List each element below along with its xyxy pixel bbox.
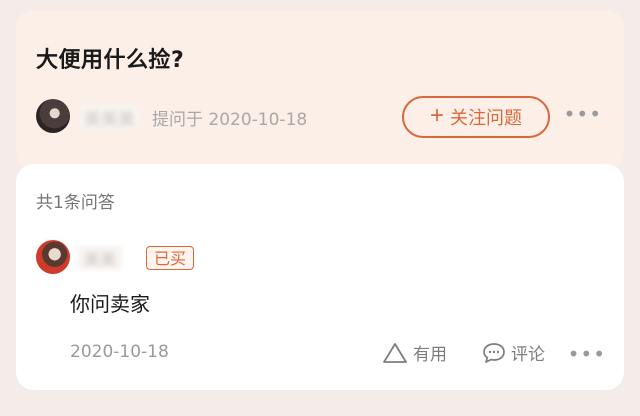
answerer-avatar[interactable] (36, 240, 70, 274)
asker-row: 美美美 提问于 2020-10-18 + 关注问题 ••• (36, 96, 604, 138)
more-icon[interactable]: ••• (564, 102, 602, 126)
comment-button[interactable]: 评论 (482, 340, 545, 365)
asker-avatar[interactable] (36, 99, 70, 133)
follow-question-button[interactable]: + 关注问题 (402, 96, 550, 138)
more-icon[interactable]: ••• (568, 342, 606, 366)
answer-time: 2020-10-18 (70, 342, 169, 362)
comment-label: 评论 (511, 345, 545, 365)
question-card: 大便用什么捡? 美美美 提问于 2020-10-18 + 关注问题 ••• (16, 10, 624, 170)
asked-time: 提问于 2020-10-18 (152, 110, 308, 130)
question-title: 大便用什么捡? (36, 48, 185, 73)
answerer-name[interactable]: 美美 (78, 246, 123, 270)
answer-card: 共1条问答 美美 已买 你问卖家 2020-10-18 有用 评论 ••• (16, 164, 624, 390)
answer-count: 共1条问答 (36, 193, 115, 213)
useful-button[interactable]: 有用 (382, 340, 447, 365)
triangle-icon (382, 342, 408, 364)
useful-label: 有用 (413, 345, 447, 365)
follow-question-label: 关注问题 (450, 108, 522, 128)
bought-badge: 已买 (146, 246, 195, 270)
comment-bubble-icon (482, 342, 506, 364)
plus-icon: + (429, 102, 444, 129)
answer-text: 你问卖家 (70, 292, 150, 316)
asker-name[interactable]: 美美美 (80, 105, 139, 130)
